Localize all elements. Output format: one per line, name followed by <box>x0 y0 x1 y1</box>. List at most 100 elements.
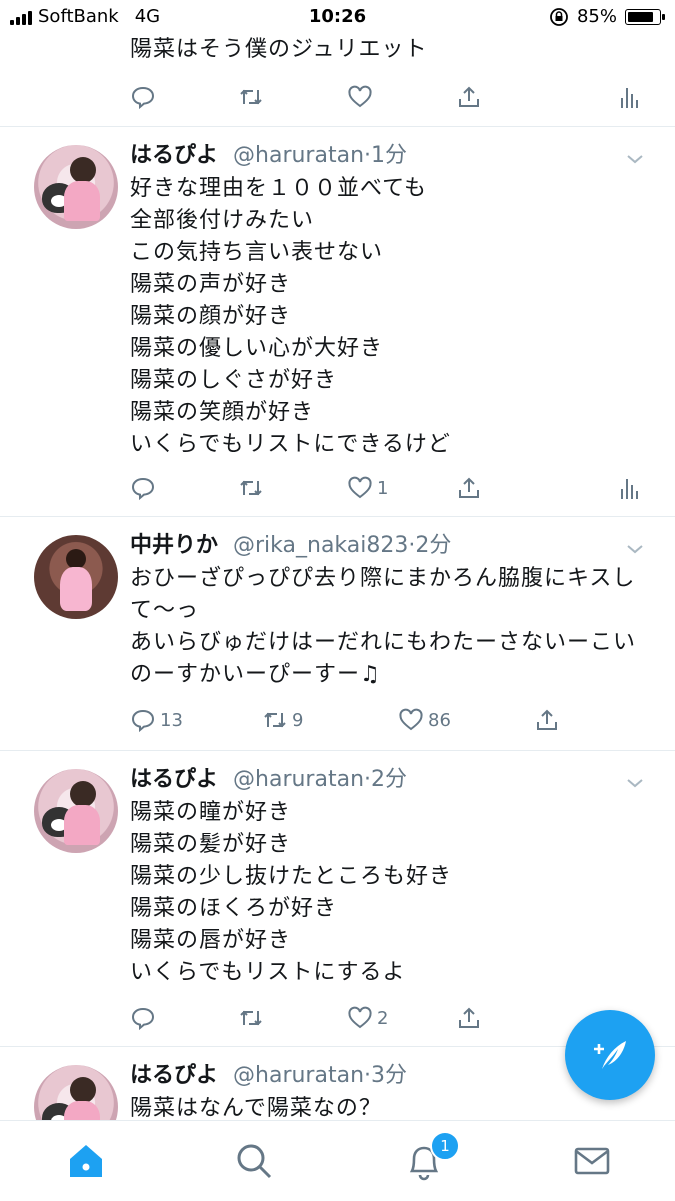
share-button[interactable] <box>456 1003 482 1033</box>
tweet-text: 陽菜はそう僕のジュリエット <box>130 37 428 62</box>
tweet[interactable]: 中井りか @rika_nakai823·2分 おひーざぴっぴぴ去り際にまかろん脇… <box>0 517 675 749</box>
display-name[interactable]: はるぴよ <box>130 767 218 792</box>
share-icon <box>537 709 557 730</box>
retweet-icon <box>240 1010 262 1026</box>
share-button[interactable] <box>456 82 482 112</box>
analytics-icon <box>621 88 638 108</box>
tweet-text-line: 陽菜の顔が好き <box>130 304 292 329</box>
tweet[interactable]: はるぴよ @haruratan·1分 好きな理由を１００並べても 全部後付けみた… <box>0 127 675 515</box>
heart-icon <box>399 708 423 731</box>
tweet-text-line: て〜っ <box>130 598 200 623</box>
tweet-text-line: 陽菜の唇が好き <box>130 928 292 953</box>
tweet-text-line: 陽菜の髪が好き <box>130 832 292 857</box>
heart-icon <box>348 476 372 499</box>
reply-count: 13 <box>160 709 183 731</box>
share-button[interactable] <box>534 705 560 735</box>
tweet-text-line: 陽菜の声が好き <box>130 272 292 297</box>
tweet-text-line: 陽菜の笑顔が好き <box>130 400 315 425</box>
tweet-text-line: あいらびゅだけはーだれにもわたーさないーこい <box>130 630 637 655</box>
like-count: 2 <box>377 1007 389 1029</box>
analytics-icon <box>621 479 638 499</box>
display-name[interactable]: はるぴよ <box>130 143 218 168</box>
retweet-icon <box>264 712 286 728</box>
tweet-actions <box>130 82 650 112</box>
tweet-text-line: いくらでもリストにできるけど <box>130 432 451 457</box>
tweet-text-line: 陽菜はなんで陽菜なの？ <box>130 1096 382 1120</box>
analytics-button[interactable] <box>616 82 642 112</box>
like-button[interactable]: 2 <box>347 1003 388 1033</box>
retweet-count: 9 <box>292 709 304 731</box>
like-button[interactable] <box>347 82 373 112</box>
home-icon[interactable] <box>64 1139 108 1183</box>
compose-tweet-button[interactable] <box>565 1010 655 1100</box>
tweet-actions: 13 9 86 <box>130 705 650 735</box>
tweet-text-line: 陽菜の瞳が好き <box>130 800 292 825</box>
reply-button[interactable] <box>130 82 156 112</box>
retweet-button[interactable] <box>238 1003 264 1033</box>
display-name[interactable]: 中井りか <box>130 533 218 558</box>
tweet-header: はるぴよ @haruratan·3分 <box>130 1063 408 1088</box>
reply-button[interactable]: 13 <box>130 705 183 735</box>
compose-feather-icon <box>594 1041 626 1069</box>
reply-button[interactable] <box>130 1003 156 1033</box>
messages-envelope-icon[interactable] <box>570 1139 614 1183</box>
tweet-time: 2分 <box>415 533 452 558</box>
tweet-text-line: 陽菜のしぐさが好き <box>130 368 338 393</box>
reply-button[interactable] <box>130 473 156 503</box>
tweet-actions: 1 <box>130 473 650 503</box>
tweet-text-line: この気持ち言い表せない <box>130 240 384 265</box>
tweet-text-line: 全部後付けみたい <box>130 208 315 233</box>
share-icon <box>459 86 479 107</box>
tweet-text-line: おひーざぴっぴぴ去り際にまかろん脇腹にキスし <box>130 566 636 591</box>
avatar[interactable] <box>34 769 118 853</box>
chevron-down-icon[interactable] <box>625 773 645 793</box>
tweet[interactable]: はるぴよ @haruratan·2分 陽菜の瞳が好き 陽菜の髪が好き 陽菜の少し… <box>0 751 675 1045</box>
analytics-button[interactable] <box>616 473 642 503</box>
tweet-time: 3分 <box>371 1063 408 1088</box>
tweet-text-line: のーすかいーぴーすー♫ <box>130 662 381 687</box>
tweet-text: 陽菜の瞳が好き 陽菜の髪が好き 陽菜の少し抜けたところも好き 陽菜のほくろが好き… <box>130 797 650 989</box>
tweet-text: 好きな理由を１００並べても 全部後付けみたい この気持ち言い表せない 陽菜の声が… <box>130 173 650 461</box>
heart-icon <box>348 1006 372 1029</box>
reply-icon <box>131 1007 155 1031</box>
tweet[interactable]: 陽菜はそう僕のジュリエット <box>0 0 675 126</box>
like-count: 86 <box>428 709 451 731</box>
user-handle[interactable]: @rika_nakai823 <box>233 533 408 558</box>
retweet-icon <box>240 89 262 105</box>
avatar[interactable] <box>34 535 118 619</box>
user-handle[interactable]: @haruratan <box>233 767 364 792</box>
tweet-text-line: 陽菜の少し抜けたところも好き <box>130 864 453 889</box>
tweet-time: 1分 <box>371 143 408 168</box>
like-button[interactable]: 1 <box>347 473 388 503</box>
display-name[interactable]: はるぴよ <box>130 1063 218 1088</box>
like-button[interactable]: 86 <box>398 705 451 735</box>
user-handle[interactable]: @haruratan <box>233 143 364 168</box>
retweet-button[interactable]: 9 <box>262 705 303 735</box>
retweet-button[interactable] <box>238 473 264 503</box>
tweet-text: 陽菜はなんで陽菜なの？ <box>130 1093 650 1120</box>
tweet-header: はるぴよ @haruratan·2分 <box>130 767 408 792</box>
reply-icon <box>131 477 155 501</box>
tweet-text: おひーざぴっぴぴ去り際にまかろん脇腹にキスし て〜っ あいらびゅだけはーだれにも… <box>130 563 650 691</box>
tweet-text-line: 好きな理由を１００並べても <box>130 176 428 201</box>
tweet-text-line: いくらでもリストにするよ <box>130 960 406 985</box>
chevron-down-icon[interactable] <box>625 149 645 169</box>
avatar[interactable] <box>34 1065 118 1120</box>
search-icon[interactable] <box>232 1139 276 1183</box>
share-button[interactable] <box>456 473 482 503</box>
heart-icon <box>348 85 372 108</box>
user-handle[interactable]: @haruratan <box>233 1063 364 1088</box>
avatar[interactable] <box>34 145 118 229</box>
tweet-text-line: 陽菜の優しい心が大好き <box>130 336 384 361</box>
tweet-time: 2分 <box>371 767 408 792</box>
chevron-down-icon[interactable] <box>625 539 645 559</box>
like-count: 1 <box>377 477 389 499</box>
share-icon <box>459 1007 479 1028</box>
tweet-header: はるぴよ @haruratan·1分 <box>130 143 408 168</box>
notifications-badge: 1 <box>430 1131 460 1161</box>
reply-icon <box>131 709 155 733</box>
tweet-header: 中井りか @rika_nakai823·2分 <box>130 533 452 558</box>
retweet-button[interactable] <box>238 82 264 112</box>
tab-bar <box>0 1120 675 1201</box>
reply-icon <box>131 86 155 110</box>
